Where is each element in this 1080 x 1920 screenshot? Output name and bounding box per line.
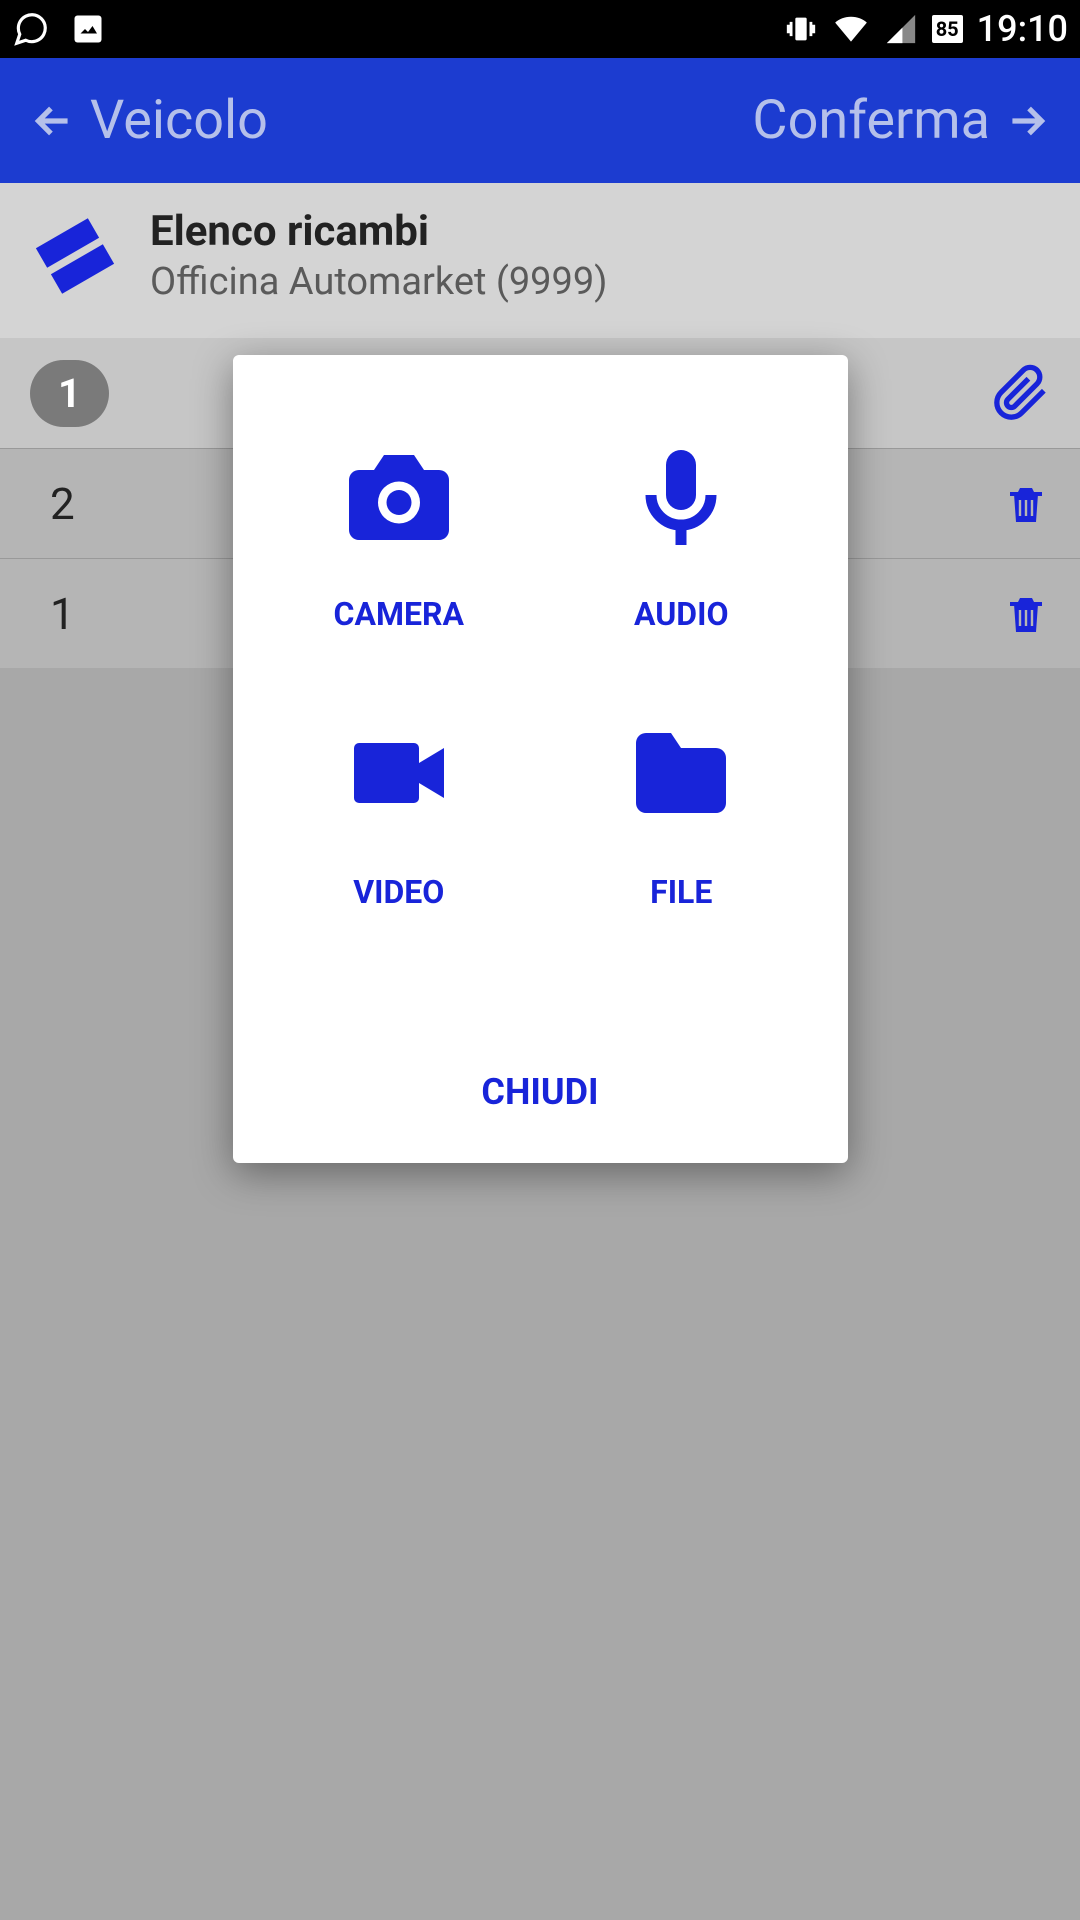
audio-option[interactable]: AUDIO xyxy=(545,415,818,653)
audio-label: AUDIO xyxy=(634,595,729,633)
close-button[interactable]: CHIUDI xyxy=(263,1031,818,1133)
file-option[interactable]: FILE xyxy=(545,693,818,931)
camera-label: CAMERA xyxy=(334,595,464,633)
camera-icon xyxy=(339,435,459,555)
attachment-dialog: CAMERA AUDIO xyxy=(233,355,848,1163)
folder-icon xyxy=(621,713,741,833)
camera-option[interactable]: CAMERA xyxy=(263,415,536,653)
file-label: FILE xyxy=(650,873,712,911)
attachment-dialog-overlay[interactable]: CAMERA AUDIO xyxy=(0,0,1080,1920)
microphone-icon xyxy=(621,435,741,555)
video-icon xyxy=(339,713,459,833)
video-label: VIDEO xyxy=(353,873,444,911)
video-option[interactable]: VIDEO xyxy=(263,693,536,931)
